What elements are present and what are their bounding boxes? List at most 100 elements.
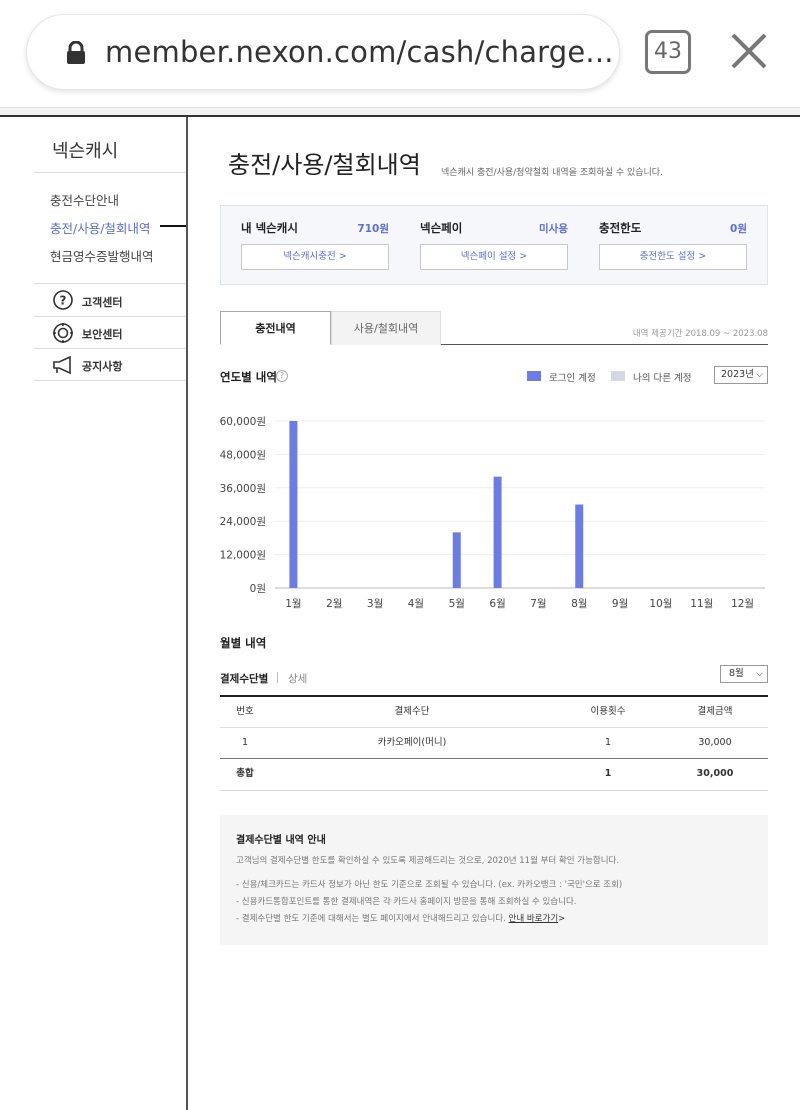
sidebar-link-charge-methods[interactable]: 충전수단안내 (50, 190, 119, 209)
yearly-title: 연도별 내역 (220, 370, 277, 384)
table-cell: 1 (241, 737, 249, 748)
sidebar-divider (34, 316, 186, 317)
legend-other: 나의 다른 계정 (633, 373, 692, 384)
sidebar-divider (34, 380, 186, 381)
table-row: 1 카카오페이(머니) 1 30,000 (220, 728, 768, 758)
table-header: 결제금액 (697, 706, 733, 717)
y-tick-label: 0원 (250, 583, 266, 595)
sidebar-title: 넥슨캐시 (52, 141, 119, 162)
tab-by-method[interactable]: 결제수단별 (220, 671, 268, 686)
table-header: 번호 (236, 706, 254, 717)
charge-cash-button[interactable]: 넥슨캐시충전 > (241, 244, 389, 270)
megaphone-icon (53, 355, 71, 375)
x-tick-label: 12월 (731, 598, 754, 610)
notice-title: 결제수단별 내역 안내 (236, 835, 326, 846)
table-cell: 카카오페이(머니) (377, 737, 447, 748)
x-tick-label: 4월 (408, 598, 424, 610)
sidebar: 넥슨캐시 충전수단안내 충전/사용/철회내역 현금영수증발행내역 ? 고객센터 … (0, 117, 188, 1110)
summary-label: 내 넥슨캐시 (241, 221, 298, 235)
browser-toolbar: member.nexon.com/cash/charge... 43 (0, 0, 800, 108)
url-text: member.nexon.com/cash/charge... (105, 35, 614, 69)
x-tick-label: 10월 (649, 598, 672, 610)
subtab-divider (277, 672, 278, 683)
x-tick-label: 9월 (612, 598, 628, 610)
legend-swatch-login (527, 371, 541, 381)
monthly-title: 월별 내역 (220, 636, 267, 650)
y-tick-label: 24,000원 (220, 516, 266, 528)
address-bar[interactable]: member.nexon.com/cash/charge... (26, 14, 620, 90)
table-cell: 30,000 (698, 737, 732, 748)
sidebar-link-receipts[interactable]: 현금영수증발행내역 (50, 246, 154, 265)
year-select[interactable]: 2023년 ⌵ (714, 366, 768, 384)
page-description: 넥슨캐시 충전/사용/청약철회 내역을 조회하실 수 있습니다. (441, 168, 663, 178)
year-select-value: 2023년 (721, 369, 754, 380)
help-icon[interactable]: ? (276, 370, 288, 382)
y-tick-label: 60,000원 (220, 416, 266, 428)
sidebar-divider (34, 172, 186, 173)
sidebar-link-history[interactable]: 충전/사용/철회내역 (50, 218, 150, 237)
question-circle-icon: ? (53, 290, 73, 310)
sidebar-divider (34, 283, 186, 284)
legend-login: 로그인 계정 (549, 373, 596, 384)
x-tick-label: 3월 (367, 598, 383, 610)
x-tick-label: 11월 (690, 598, 713, 610)
y-tick-label: 12,000원 (220, 550, 266, 562)
table-header: 결제수단 (394, 706, 430, 717)
table-cell: 30,000 (696, 768, 734, 779)
table-header: 이용횟수 (590, 706, 626, 717)
table-total-row: 총합 1 30,000 (220, 759, 768, 789)
chevron-down-icon: ⌵ (756, 669, 763, 679)
table-cell: 1 (604, 768, 612, 779)
sidebar-item-support[interactable]: 고객센터 (82, 294, 122, 310)
summary-label: 넥슨페이 (420, 221, 463, 235)
yearly-bar-chart: 60,000원 48,000원 36,000원 24,000원 12,000원 0원 1월 2… (220, 416, 765, 610)
y-tick-label: 48,000원 (220, 449, 266, 461)
month-select-value: 8월 (729, 668, 744, 679)
bar[interactable] (452, 532, 461, 588)
bar[interactable] (493, 476, 502, 588)
x-tick-label: 5월 (449, 598, 465, 610)
bar[interactable] (289, 421, 298, 588)
limit-settings-button[interactable]: 충전한도 설정 > (599, 244, 747, 270)
sidebar-item-notice[interactable]: 공지사항 (82, 358, 122, 374)
y-tick-label: 36,000원 (220, 483, 266, 495)
notice-line-with-link: - 결제수단별 한도 기준에 대해서는 별도 페이지에서 안내해드리고 있습니다… (236, 912, 565, 924)
legend-swatch-other (611, 371, 625, 381)
bar[interactable] (575, 504, 584, 589)
summary-label: 충전한도 (599, 221, 642, 235)
table-header-row: 번호 결제수단 이용횟수 결제금액 (220, 697, 768, 727)
close-icon[interactable] (730, 32, 768, 70)
notice-line: - 결제수단별 한도 기준에 대해서는 별도 페이지에서 안내해드리고 있습니다… (236, 914, 506, 924)
page-title: 충전/사용/철회내역 (228, 151, 421, 179)
chevron-right-icon: > (558, 914, 566, 924)
x-tick-label: 1월 (285, 598, 301, 610)
tab-detail[interactable]: 상세 (288, 671, 307, 686)
notice-intro: 고객님의 결제수단별 한도를 확인하실 수 있도록 제공해드리는 것으로, 20… (236, 856, 620, 866)
table-divider (220, 790, 768, 791)
top-strip (0, 108, 800, 115)
history-tabs: 충전내역 사용/철회내역 내역 제공기간 2018.09 ~ 2023.08 (220, 311, 768, 345)
summary-value: 미사용 (539, 223, 568, 235)
svg-text:?: ? (60, 294, 67, 308)
notice-line: - 신용카드통합포인트를 통한 결제내역은 각 카드사 홈페이지 방문을 통해 … (236, 897, 577, 907)
x-tick-label: 8월 (571, 598, 587, 610)
page: 넥슨캐시 충전수단안내 충전/사용/철회내역 현금영수증발행내역 ? 고객센터 … (0, 108, 800, 1110)
pay-settings-button[interactable]: 넥슨페이 설정 > (420, 244, 568, 270)
sidebar-item-security[interactable]: 보안센터 (82, 326, 122, 342)
tab-charge-history[interactable]: 충전내역 (220, 311, 331, 345)
notice-link[interactable]: 안내 바로가기 (509, 914, 559, 924)
x-tick-label: 6월 (489, 598, 505, 610)
summary-value: 0원 (730, 223, 747, 235)
table-cell: 총합 (236, 768, 254, 779)
shield-target-icon (53, 323, 73, 343)
summary-box: 내 넥슨캐시 710원 넥슨캐시충전 > 넥슨페이 미사용 넥슨페이 설정 > … (220, 205, 768, 285)
lock-icon (67, 41, 85, 64)
tab-count-button[interactable]: 43 (645, 30, 691, 74)
sidebar-divider (34, 348, 186, 349)
tab-usage-history[interactable]: 사용/철회내역 (331, 311, 441, 345)
history-period: 내역 제공기간 2018.09 ~ 2023.08 (632, 329, 768, 339)
month-select[interactable]: 8월 ⌵ (720, 665, 768, 683)
table-cell: 1 (604, 737, 612, 748)
chevron-down-icon: ⌵ (756, 370, 763, 380)
x-tick-label: 2월 (326, 598, 342, 610)
